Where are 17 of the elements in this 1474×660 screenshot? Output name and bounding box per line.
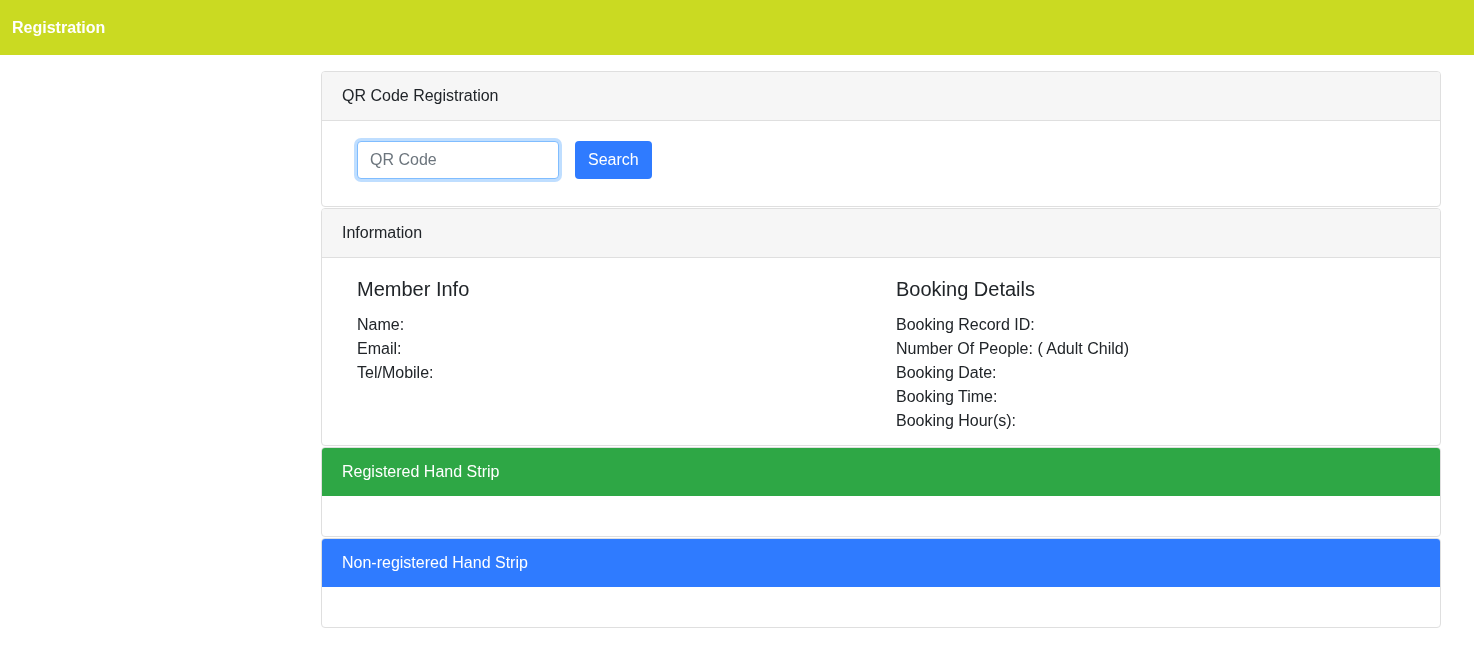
field-label: Number Of People: ( Adult Child) (896, 339, 1130, 359)
page-title: Registration (12, 18, 106, 37)
panel-title: Non-registered Hand Strip (342, 554, 528, 572)
field-label: Booking Date: (896, 363, 998, 383)
section-heading: Booking Details (896, 278, 1036, 301)
field-label: Booking Hour(s): (896, 411, 1018, 431)
field-label: Booking Time: (896, 387, 999, 407)
panel-title: Information (342, 224, 423, 242)
field-label: Email: (357, 339, 403, 359)
qr-code-field[interactable]: QR Code (357, 141, 559, 179)
field-label: Name: (357, 315, 406, 335)
field-label: Tel/Mobile: (357, 363, 435, 383)
field-label: Booking Record ID: (896, 315, 1036, 335)
section-heading: Member Info (357, 278, 471, 301)
panel-title: Registered Hand Strip (342, 463, 500, 481)
search-button[interactable]: Search (575, 141, 652, 179)
panel-title: QR Code Registration (342, 87, 499, 105)
